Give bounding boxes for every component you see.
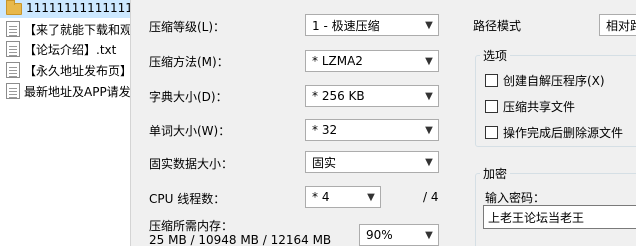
tree-item-file[interactable]: 【永久地址发布页】 <box>0 60 130 80</box>
document-icon <box>6 83 20 99</box>
options-group-title: 选项 <box>480 47 511 64</box>
tree-item-label: 【永久地址发布页】 <box>24 63 130 78</box>
document-icon <box>6 41 20 57</box>
document-icon <box>6 21 20 37</box>
create-sfx-option[interactable]: 创建自解压程序(X) <box>485 72 605 89</box>
memory-percent-select[interactable]: 90% ▼ <box>359 224 439 246</box>
folder-icon <box>6 0 22 15</box>
chevron-down-icon: ▼ <box>425 55 433 67</box>
tree-item-label: 最新地址及APP请发 <box>24 84 130 99</box>
path-mode-select[interactable]: 相对路径 <box>599 14 636 36</box>
tree-item-label: 【论坛介绍】.txt <box>24 42 117 57</box>
chevron-down-icon: ▼ <box>425 156 433 168</box>
cpu-threads-label: CPU 线程数： <box>149 192 226 206</box>
word-size-select[interactable]: * 32 ▼ <box>305 119 439 141</box>
tree-item-file[interactable]: 最新地址及APP请发 <box>0 81 130 101</box>
compress-shared-files-option[interactable]: 压缩共享文件 <box>485 98 575 115</box>
word-size-value: * 32 <box>312 123 338 137</box>
chevron-down-icon: ▼ <box>367 191 375 203</box>
tree-item-label: 111111111111111 <box>26 1 130 15</box>
password-label: 输入密码： <box>485 191 546 205</box>
compression-method-value: * LZMA2 <box>312 54 363 68</box>
password-input[interactable]: 上老王论坛当老王 <box>483 205 636 229</box>
tree-item-file[interactable]: 【来了就能下载和观 <box>0 19 130 39</box>
chevron-down-icon: ▼ <box>425 229 433 241</box>
create-sfx-label: 创建自解压程序(X) <box>503 74 605 88</box>
chevron-down-icon: ▼ <box>425 90 433 102</box>
solid-block-size-label: 固实数据大小： <box>149 157 234 171</box>
tree-item-file[interactable]: 【论坛介绍】.txt <box>0 39 130 59</box>
solid-block-size-value: 固实 <box>312 155 337 170</box>
compress-shared-files-label: 压缩共享文件 <box>503 100 576 114</box>
document-icon <box>6 62 20 78</box>
solid-block-size-select[interactable]: 固实 ▼ <box>305 151 439 173</box>
dictionary-size-select[interactable]: * 256 KB ▼ <box>305 85 439 107</box>
tree-item-folder[interactable]: 111111111111111 <box>0 0 130 18</box>
path-mode-label: 路径模式 <box>473 19 522 33</box>
checkbox[interactable] <box>485 126 498 139</box>
checkbox[interactable] <box>485 74 498 87</box>
checkbox[interactable] <box>485 100 498 113</box>
compression-method-label: 压缩方法(M)： <box>149 55 229 69</box>
cpu-threads-total: / 4 <box>423 190 439 204</box>
dictionary-size-value: * 256 KB <box>312 89 365 103</box>
memory-usage-label: 压缩所需内存： <box>149 219 234 233</box>
delete-after-compress-option[interactable]: 操作完成后删除源文件 <box>485 124 623 141</box>
file-tree: 111111111111111 【来了就能下载和观 【论坛介绍】.txt 【永久… <box>0 0 130 246</box>
delete-after-compress-label: 操作完成后删除源文件 <box>503 126 624 140</box>
memory-usage-value: 25 MB / 10948 MB / 12164 MB <box>149 233 332 246</box>
cpu-threads-value: * 4 <box>312 190 330 204</box>
chevron-down-icon: ▼ <box>425 124 433 136</box>
memory-percent-value: 90% <box>366 228 393 242</box>
encryption-group-title: 加密 <box>480 165 511 182</box>
compression-level-select[interactable]: 1 - 极速压缩 ▼ <box>305 14 439 36</box>
path-mode-value: 相对路径 <box>606 18 636 33</box>
compression-method-select[interactable]: * LZMA2 ▼ <box>305 50 439 72</box>
chevron-down-icon: ▼ <box>425 19 433 31</box>
cpu-threads-select[interactable]: * 4 ▼ <box>305 186 381 208</box>
compression-level-label: 压缩等级(L)： <box>149 20 226 34</box>
compression-level-value: 1 - 极速压缩 <box>312 18 380 33</box>
compression-dialog: 压缩等级(L)： 1 - 极速压缩 ▼ 压缩方法(M)： * LZMA2 ▼ 字… <box>130 0 636 246</box>
tree-item-label: 【来了就能下载和观 <box>24 22 130 37</box>
word-size-label: 单词大小(W)： <box>149 124 231 138</box>
dictionary-size-label: 字典大小(D)： <box>149 90 228 104</box>
